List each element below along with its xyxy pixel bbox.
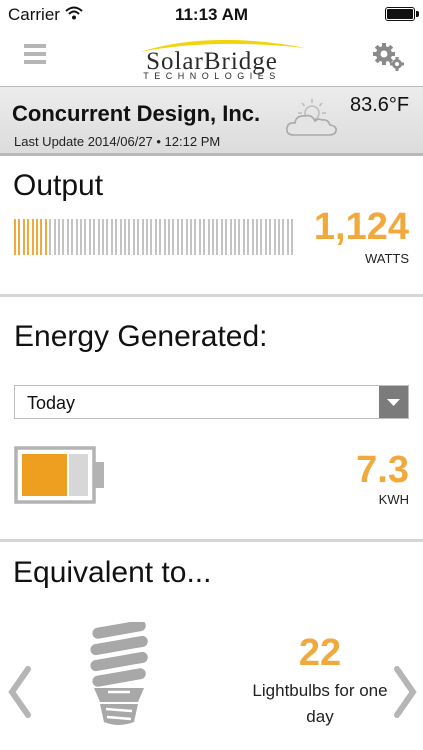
status-bar: Carrier 11:13 AM (0, 0, 423, 30)
equivalent-description: Lightbulbs for one day (252, 681, 388, 726)
output-bar-tick (291, 219, 294, 255)
output-bar-tick (234, 219, 236, 255)
output-bar-tick (220, 219, 223, 255)
output-unit: WATTS (364, 251, 409, 266)
battery-full-icon (385, 7, 419, 21)
output-bar-tick (58, 219, 60, 255)
hamburger-menu-icon[interactable] (24, 44, 46, 64)
output-bar-tick (53, 219, 56, 255)
output-bar-tick (247, 219, 250, 255)
output-bar-tick (71, 219, 74, 255)
output-bar-tick (84, 219, 87, 255)
temperature-value: 83.6°F (350, 94, 410, 116)
output-bar-tick (137, 219, 140, 255)
equivalent-value: 22 (298, 632, 342, 674)
output-bar-tick (88, 219, 91, 255)
output-bar-tick (198, 219, 201, 255)
energy-value: 7.3 (356, 449, 409, 491)
output-bar-tick (269, 219, 272, 255)
output-bar-tick (44, 219, 47, 255)
output-bar-tick (256, 219, 258, 255)
output-bar-tick (172, 219, 175, 255)
output-bar-tick (264, 219, 267, 255)
output-bar-tick (286, 219, 289, 255)
output-bar-tick (14, 219, 16, 255)
output-bar-tick (154, 219, 157, 255)
output-bar-tick (22, 219, 25, 255)
output-bar-tick (194, 219, 197, 255)
output-bar-tick (146, 219, 148, 255)
output-bar-tick (212, 219, 214, 255)
chevron-right-icon[interactable] (393, 665, 421, 719)
output-bar-tick (31, 219, 34, 255)
output-bar-tick (229, 219, 232, 255)
output-bar-tick (278, 219, 280, 255)
output-bar-tick (115, 219, 118, 255)
output-bar-tick (75, 219, 78, 255)
section-divider (0, 539, 423, 542)
output-title: Output (13, 169, 104, 202)
output-bar-tick (93, 219, 96, 255)
output-bar-tick (225, 219, 228, 255)
gear-icon[interactable] (372, 42, 406, 72)
section-divider (0, 294, 423, 297)
chevron-down-icon[interactable] (379, 386, 408, 418)
period-selected-value: Today (27, 393, 76, 413)
output-bar-tick (282, 219, 285, 255)
solarbridge-logo: SolarBridge TECHNOLOGIES (110, 36, 310, 82)
status-time: 11:13 AM (174, 5, 249, 24)
output-bar-tick (110, 219, 113, 255)
output-bar-tick (80, 219, 82, 255)
output-bar-tick (18, 219, 21, 255)
output-bar-tick (176, 219, 179, 255)
output-bar-tick (203, 219, 206, 255)
period-dropdown[interactable]: Today (14, 385, 409, 419)
output-bar-tick (260, 219, 263, 255)
output-level-bar (14, 219, 296, 255)
energy-title: Energy Generated: (14, 320, 268, 353)
output-bar-tick (66, 219, 69, 255)
output-bar-tick (163, 219, 166, 255)
output-bar-tick (106, 219, 109, 255)
partly-cloudy-icon (284, 97, 340, 144)
output-bar-tick (238, 219, 241, 255)
output-bar-tick (185, 219, 188, 255)
output-bar-tick (97, 219, 100, 255)
output-bar-tick (168, 219, 170, 255)
output-bar-tick (216, 219, 219, 255)
output-bar-tick (124, 219, 126, 255)
output-bar-tick (36, 219, 38, 255)
output-bar-tick (40, 219, 43, 255)
energy-unit: KWH (378, 492, 409, 507)
output-bar-tick (141, 219, 144, 255)
site-name: Concurrent Design, Inc. (12, 101, 261, 126)
output-bar-tick (62, 219, 65, 255)
output-value: 1,124 (313, 206, 409, 248)
output-bar-tick (242, 219, 245, 255)
lightbulb-icon (86, 620, 152, 733)
output-bar-tick (150, 219, 153, 255)
output-bar-tick (190, 219, 192, 255)
output-bar-tick (159, 219, 162, 255)
output-bar-tick (181, 219, 184, 255)
equivalent-title: Equivalent to... (13, 556, 212, 589)
battery-level-icon (14, 446, 106, 509)
output-bar-tick (273, 219, 276, 255)
output-bar-tick (102, 219, 104, 255)
chevron-left-icon[interactable] (4, 665, 32, 719)
nav-bar: SolarBridge TECHNOLOGIES (0, 30, 423, 86)
output-bar-tick (27, 219, 30, 255)
output-bar-tick (207, 219, 210, 255)
brand-subtitle: TECHNOLOGIES (143, 71, 281, 81)
output-bar-tick (119, 219, 122, 255)
last-update-text: Last Update 2014/06/27 • 12:12 PM (14, 134, 221, 149)
output-bar-tick (49, 219, 52, 255)
output-bar-tick (128, 219, 131, 255)
site-header: Concurrent Design, Inc. Last Update 2014… (0, 86, 423, 156)
output-bar-tick (251, 219, 254, 255)
output-bar-tick (132, 219, 135, 255)
